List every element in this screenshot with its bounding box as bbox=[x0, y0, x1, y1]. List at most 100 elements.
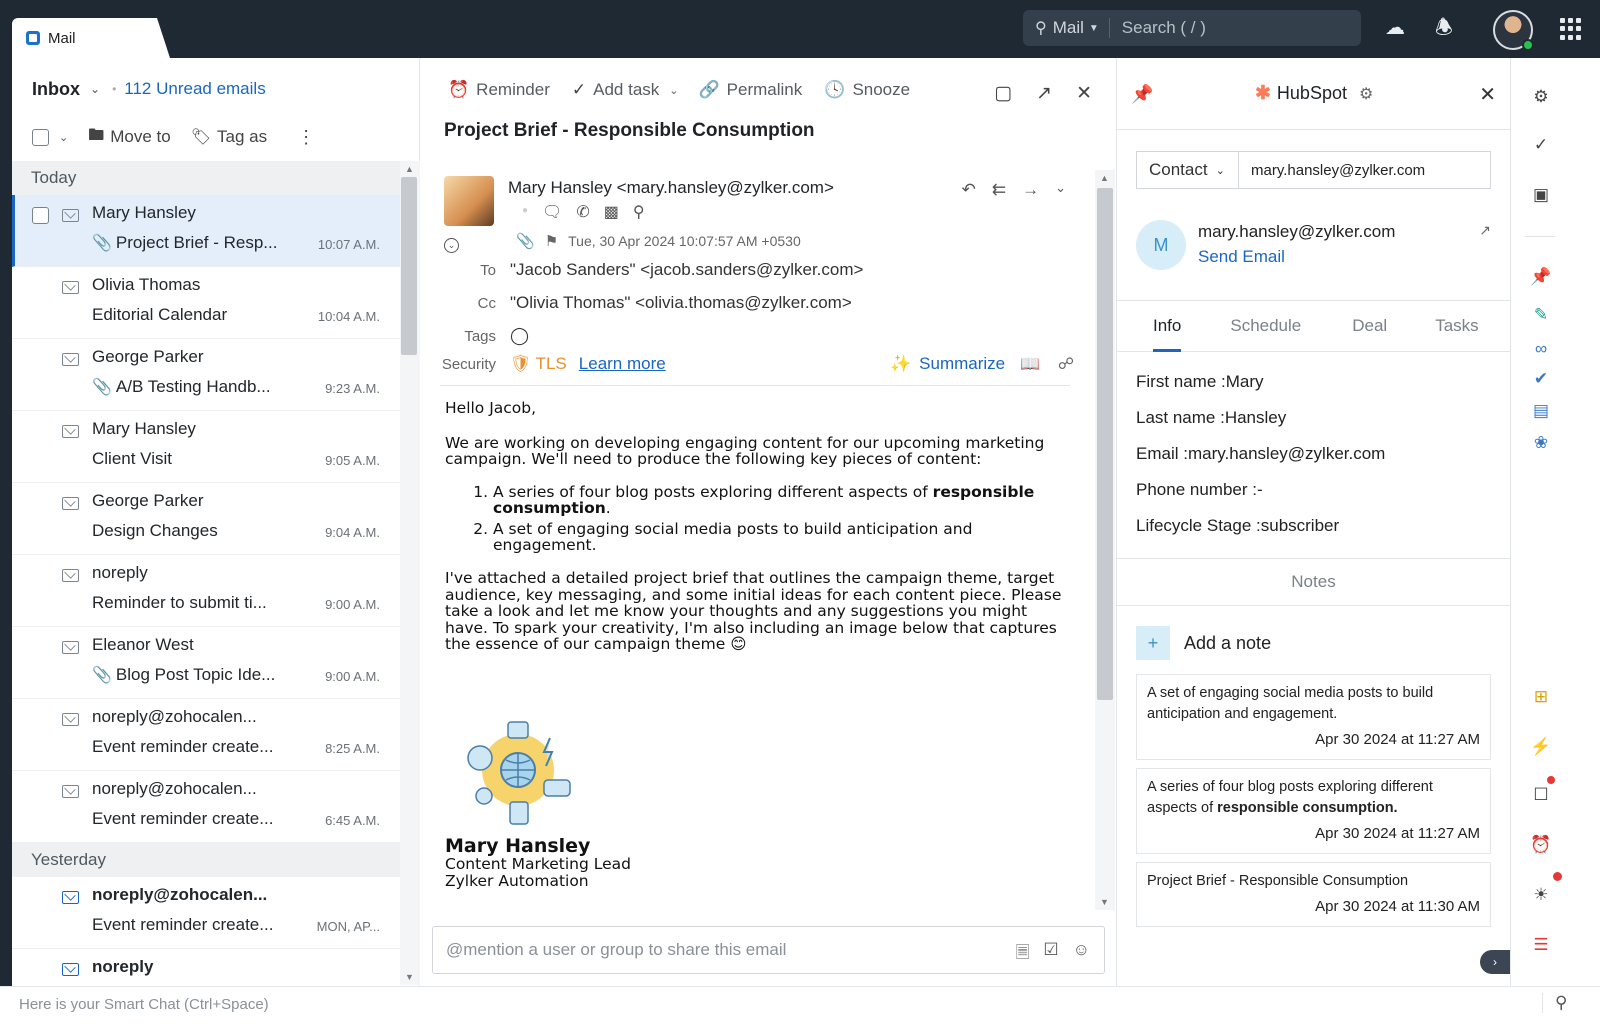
pin-extension-icon[interactable]: 📌 bbox=[1530, 266, 1552, 288]
sender-address[interactable]: Mary Hansley <mary.hansley@zylker.com> bbox=[508, 178, 834, 198]
tab-tasks[interactable]: Tasks bbox=[1435, 304, 1478, 351]
smart-chat-input[interactable]: Here is your Smart Chat (Ctrl+Space) bbox=[19, 996, 269, 1013]
share-mention-input[interactable]: @mention a user or group to share this e… bbox=[432, 926, 1105, 974]
gear-icon[interactable]: ⚙ bbox=[1359, 84, 1373, 104]
note-card[interactable]: Project Brief - Responsible Consumption … bbox=[1136, 862, 1491, 927]
close-icon[interactable]: ✕ bbox=[1479, 82, 1496, 107]
add-task-options-chevron-icon[interactable]: ⌄ bbox=[669, 84, 678, 97]
list-item[interactable]: noreply bbox=[12, 949, 400, 985]
chevron-down-icon[interactable]: ⌄ bbox=[1055, 180, 1066, 200]
send-email-link[interactable]: Send Email bbox=[1198, 247, 1285, 267]
pin-icon[interactable]: 📌 bbox=[1131, 84, 1153, 105]
reply-all-icon[interactable]: ⇇ bbox=[992, 180, 1006, 200]
expand-panel-chevron-icon[interactable]: › bbox=[1480, 950, 1510, 974]
chat-bubble-icon[interactable]: ☰ bbox=[1530, 934, 1552, 956]
close-icon[interactable]: ✕ bbox=[1076, 82, 1092, 105]
flower-extension-icon[interactable]: ❀ bbox=[1530, 432, 1552, 454]
to-recipient[interactable]: "Jacob Sanders" <jacob.sanders@zylker.co… bbox=[510, 260, 863, 280]
more-options-icon[interactable]: ⋮ bbox=[297, 127, 315, 148]
summarize-button[interactable]: ✨ Summarize bbox=[890, 354, 1005, 374]
scroll-up-arrow-icon[interactable]: ▲ bbox=[1100, 173, 1109, 183]
bell-icon[interactable]: 🕭 bbox=[1432, 16, 1456, 40]
add-task-button[interactable]: ✓ Add task bbox=[572, 80, 659, 100]
flag-icon[interactable]: ⚑ bbox=[545, 232, 558, 250]
scrollbar-thumb[interactable] bbox=[401, 177, 417, 355]
list-item[interactable]: noreply Reminder to submit ti... 9:00 A.… bbox=[12, 555, 400, 627]
list-item[interactable]: Mary Hansley 📎 Project Brief - Resp... 10… bbox=[12, 195, 400, 267]
link-extension-icon[interactable]: ∞ bbox=[1530, 338, 1552, 360]
tab-mail[interactable]: Mail bbox=[12, 18, 170, 58]
reading-mode-icon[interactable]: 📖 bbox=[1020, 354, 1040, 374]
tab-deal[interactable]: Deal bbox=[1352, 304, 1387, 351]
contact-search-input[interactable]: mary.hansley@zylker.com bbox=[1239, 162, 1425, 179]
unread-count-link[interactable]: 112 Unread emails bbox=[124, 79, 265, 99]
search-scope-dropdown[interactable]: ⚲ Mail ▼ bbox=[1023, 18, 1110, 38]
expand-header-icon[interactable]: ⌄ bbox=[444, 238, 459, 253]
notebook-extension-icon[interactable]: ✎ bbox=[1530, 304, 1552, 326]
sun-icon[interactable]: ☀ bbox=[1530, 884, 1552, 906]
streams-icon[interactable]: ☐ bbox=[1530, 784, 1552, 806]
scroll-up-arrow-icon[interactable]: ▲ bbox=[405, 164, 414, 174]
scrollbar-thumb[interactable] bbox=[1097, 188, 1113, 700]
gear-icon[interactable]: ⚙ bbox=[1530, 86, 1552, 108]
video-call-icon[interactable]: ▩ bbox=[604, 202, 619, 222]
search-type-dropdown[interactable]: Contact ⌄ bbox=[1137, 152, 1239, 188]
note-card[interactable]: A set of engaging social media posts to … bbox=[1136, 674, 1491, 760]
forward-icon[interactable]: → bbox=[1022, 180, 1039, 200]
cloud-sync-icon[interactable]: ☁ bbox=[1383, 16, 1407, 40]
comment-view-icon[interactable]: ▢ bbox=[994, 82, 1012, 105]
external-link-icon[interactable]: ↗ bbox=[1479, 222, 1491, 239]
emoji-icon[interactable]: ☺ bbox=[1073, 940, 1090, 969]
task-icon[interactable]: ☑ bbox=[1043, 940, 1058, 969]
search-icon[interactable]: ⚲ bbox=[633, 202, 645, 222]
learn-more-link[interactable]: Learn more bbox=[579, 354, 666, 374]
select-all-checkbox[interactable] bbox=[32, 128, 49, 146]
chevron-down-icon[interactable]: ⌄ bbox=[90, 82, 100, 96]
move-to-button[interactable]: 🖿 Move to bbox=[88, 124, 171, 151]
list-item[interactable]: George Parker Design Changes 9:04 A.M. bbox=[12, 483, 400, 555]
apps-grid-icon[interactable] bbox=[1560, 18, 1582, 40]
folder-title[interactable]: Inbox bbox=[32, 79, 80, 100]
add-note-button[interactable]: + Add a note bbox=[1136, 626, 1271, 660]
list-item[interactable]: noreply@zohocalen... Event reminder crea… bbox=[12, 771, 400, 843]
attachment-icon[interactable]: 📎 bbox=[516, 232, 535, 250]
tab-schedule[interactable]: Schedule bbox=[1230, 304, 1301, 351]
search-icon[interactable]: ⚲ bbox=[1542, 993, 1567, 1013]
add-note-icon[interactable]: ⊞ bbox=[1530, 686, 1552, 708]
notes-icon[interactable]: 🗏 bbox=[1016, 940, 1030, 969]
signature-pen-icon[interactable]: ✓ bbox=[1530, 134, 1552, 156]
note-card[interactable]: A series of four blog posts exploring di… bbox=[1136, 768, 1491, 854]
search-input[interactable]: Search ( / ) bbox=[1110, 18, 1206, 38]
list-scrollbar[interactable]: ▲ ▼ bbox=[400, 161, 420, 985]
message-scrollbar[interactable]: ▲ ▼ bbox=[1095, 170, 1115, 910]
add-tag-icon[interactable]: ◯ bbox=[510, 326, 529, 346]
alarm-clock-icon[interactable]: ⏰ bbox=[1530, 834, 1552, 856]
list-item[interactable]: Eleanor West 📎 Blog Post Topic Ide... 9:0… bbox=[12, 627, 400, 699]
lightning-icon[interactable]: ⚡ bbox=[1530, 736, 1552, 758]
list-item[interactable]: noreply@zohocalen... Event reminder crea… bbox=[12, 699, 400, 771]
select-options-chevron-icon[interactable]: ⌄ bbox=[59, 131, 68, 144]
list-item[interactable]: George Parker 📎 A/B Testing Handb... 9:23… bbox=[12, 339, 400, 411]
snooze-button[interactable]: 🕓 Snooze bbox=[824, 80, 910, 100]
scroll-down-arrow-icon[interactable]: ▼ bbox=[1100, 897, 1109, 907]
sender-avatar[interactable] bbox=[444, 176, 494, 226]
tab-info[interactable]: Info bbox=[1153, 304, 1182, 352]
smart-chat-bar[interactable]: Here is your Smart Chat (Ctrl+Space) ⚲ bbox=[0, 986, 1600, 1032]
pop-out-icon[interactable]: ↗ bbox=[1036, 82, 1052, 105]
reply-icon[interactable]: ↶ bbox=[962, 180, 976, 200]
list-item[interactable]: Olivia Thomas Editorial Calendar 10:04 A… bbox=[12, 267, 400, 339]
global-search[interactable]: ⚲ Mail ▼ Search ( / ) bbox=[1023, 10, 1361, 46]
list-item[interactable]: Mary Hansley Client Visit 9:05 A.M. bbox=[12, 411, 400, 483]
analytics-extension-icon[interactable]: ▤ bbox=[1530, 400, 1552, 422]
campaign-theme-image[interactable] bbox=[460, 718, 578, 828]
share-icon[interactable]: ☍ bbox=[1058, 354, 1074, 374]
row-checkbox[interactable] bbox=[32, 207, 49, 224]
user-avatar[interactable] bbox=[1493, 10, 1534, 51]
scroll-down-arrow-icon[interactable]: ▼ bbox=[405, 972, 414, 982]
calendar-window-icon[interactable]: ▣ bbox=[1530, 184, 1552, 206]
phone-icon[interactable]: ✆ bbox=[576, 202, 589, 222]
chat-icon[interactable]: 🗨 bbox=[542, 202, 562, 222]
list-item[interactable]: noreply@zohocalen... Event reminder crea… bbox=[12, 877, 400, 949]
tag-as-button[interactable]: 🏷 Tag as bbox=[191, 127, 267, 147]
reminder-button[interactable]: ⏰ Reminder bbox=[448, 80, 550, 100]
